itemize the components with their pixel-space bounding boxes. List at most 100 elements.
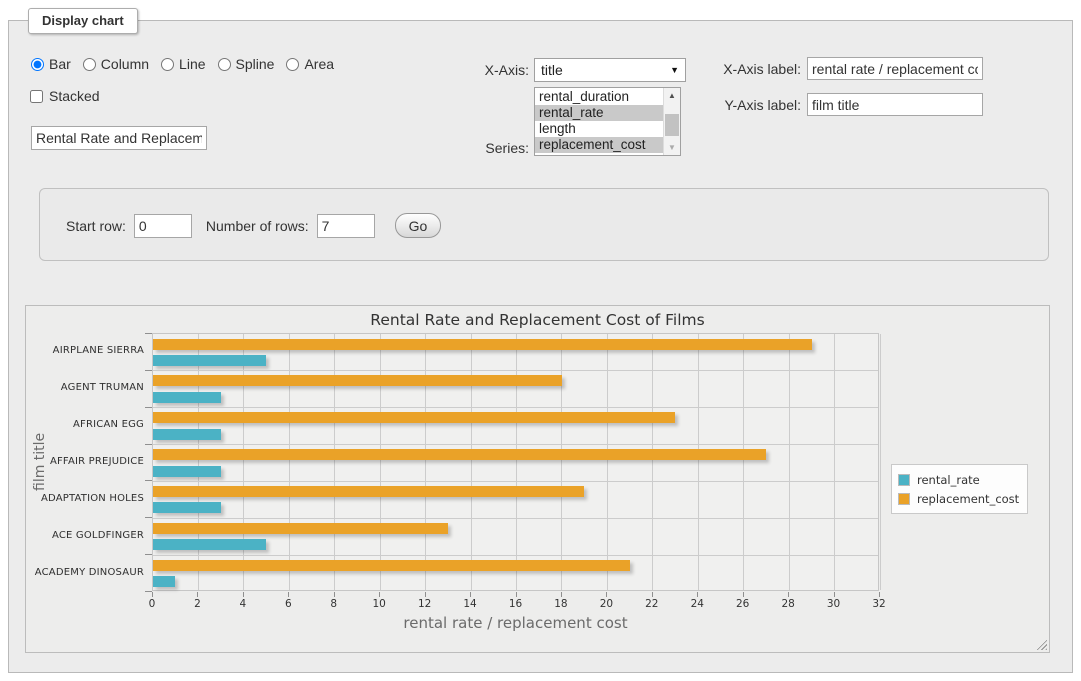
x-tick-mark xyxy=(606,592,607,597)
chart-type-radio-line[interactable] xyxy=(161,58,174,71)
x-tick-label: 12 xyxy=(410,598,440,610)
bar-rental_rate xyxy=(153,466,221,477)
legend-item: replacement_cost xyxy=(898,489,1019,508)
display-chart-panel: BarColumnLineSplineArea Stacked X-Axis: … xyxy=(8,20,1073,673)
chart-type-option-area[interactable]: Area xyxy=(286,56,334,72)
x-axis-select-label: X-Axis: xyxy=(449,62,529,78)
resize-handle[interactable] xyxy=(1034,637,1047,650)
gridline xyxy=(243,334,244,590)
series-listbox[interactable]: rental_durationrental_ratelengthreplacem… xyxy=(534,87,681,156)
x-tick-label: 24 xyxy=(682,598,712,610)
gridline xyxy=(153,518,878,519)
x-tick-mark xyxy=(425,592,426,597)
bar-replacement_cost xyxy=(153,560,630,571)
start-row-label: Start row: xyxy=(66,218,126,234)
x-tick-label: 28 xyxy=(773,598,803,610)
x-tick-label: 8 xyxy=(319,598,349,610)
gridline xyxy=(698,334,699,590)
y-axis-label-input[interactable] xyxy=(807,93,983,116)
x-tick-mark xyxy=(334,592,335,597)
gridline xyxy=(743,334,744,590)
page: Display chart BarColumnLineSplineArea St… xyxy=(0,0,1081,681)
go-button[interactable]: Go xyxy=(395,213,442,238)
chart-type-radio-area[interactable] xyxy=(286,58,299,71)
series-option-rental_duration[interactable]: rental_duration xyxy=(535,89,663,105)
x-tick-label: 2 xyxy=(182,598,212,610)
series-select-label: Series: xyxy=(449,140,529,156)
x-tick-label: 30 xyxy=(819,598,849,610)
chart-type-label: Bar xyxy=(49,56,71,72)
category-label: AIRPLANE SIERRA xyxy=(26,345,144,356)
y-tick-mark xyxy=(145,591,152,592)
category-label: ADAPTATION HOLES xyxy=(26,493,144,504)
bar-replacement_cost xyxy=(153,523,448,534)
x-axis-label-label: X-Axis label: xyxy=(701,61,801,77)
legend-label: rental_rate xyxy=(917,473,980,487)
scrollbar-thumb[interactable] xyxy=(665,114,679,136)
category-label: ACADEMY DINOSAUR xyxy=(26,567,144,578)
x-axis-label-input[interactable] xyxy=(807,57,983,80)
x-tick-mark xyxy=(834,592,835,597)
bar-replacement_cost xyxy=(153,375,562,386)
chart-type-label: Line xyxy=(179,56,205,72)
series-option-rental_rate[interactable]: rental_rate xyxy=(535,105,663,121)
legend-swatch xyxy=(898,474,910,486)
stacked-option[interactable]: Stacked xyxy=(30,88,100,104)
series-options: rental_durationrental_ratelengthreplacem… xyxy=(535,88,663,155)
y-tick-mark xyxy=(145,480,152,481)
bar-rental_rate xyxy=(153,576,175,587)
series-scrollbar[interactable]: ▲ ▼ xyxy=(663,88,680,155)
chart-type-radio-spline[interactable] xyxy=(218,58,231,71)
bar-rental_rate xyxy=(153,355,266,366)
bar-rental_rate xyxy=(153,539,266,550)
chart-type-option-spline[interactable]: Spline xyxy=(218,56,275,72)
series-option-replacement_cost[interactable]: replacement_cost xyxy=(535,137,663,153)
stacked-label: Stacked xyxy=(49,88,100,104)
x-tick-mark xyxy=(516,592,517,597)
gridline xyxy=(607,334,608,590)
gridline xyxy=(334,334,335,590)
x-tick-mark xyxy=(379,592,380,597)
x-tick-label: 18 xyxy=(546,598,576,610)
gridline xyxy=(153,555,878,556)
x-tick-label: 20 xyxy=(591,598,621,610)
chart-x-axis-title: rental rate / replacement cost xyxy=(152,614,879,632)
chart-type-radio-bar[interactable] xyxy=(31,58,44,71)
num-rows-input[interactable] xyxy=(317,214,375,238)
gridline xyxy=(198,334,199,590)
category-label: ACE GOLDFINGER xyxy=(26,530,144,541)
x-axis-select[interactable]: title ▼ xyxy=(534,58,686,82)
x-tick-label: 0 xyxy=(137,598,167,610)
gridline xyxy=(880,334,881,590)
gridline xyxy=(380,334,381,590)
category-label: AGENT TRUMAN xyxy=(26,382,144,393)
x-axis-selected-value: title xyxy=(541,62,670,78)
chart-category-labels: AIRPLANE SIERRAAGENT TRUMANAFRICAN EGGAF… xyxy=(26,333,144,591)
legend-swatch xyxy=(898,493,910,505)
chart-type-option-bar[interactable]: Bar xyxy=(31,56,71,72)
y-tick-mark xyxy=(145,333,152,334)
scroll-up-icon[interactable]: ▲ xyxy=(664,88,680,103)
chart-legend: rental_rate replacement_cost xyxy=(891,464,1028,514)
x-tick-label: 22 xyxy=(637,598,667,610)
chart-type-radio-column[interactable] xyxy=(83,58,96,71)
x-tick-mark xyxy=(197,592,198,597)
chart-type-option-column[interactable]: Column xyxy=(83,56,149,72)
chart-title-input[interactable] xyxy=(31,126,207,150)
chart-type-option-line[interactable]: Line xyxy=(161,56,205,72)
series-option-length[interactable]: length xyxy=(535,121,663,137)
bar-replacement_cost xyxy=(153,412,675,423)
x-tick-label: 32 xyxy=(864,598,894,610)
start-row-input[interactable] xyxy=(134,214,192,238)
gridline xyxy=(153,370,878,371)
gridline xyxy=(153,407,878,408)
x-tick-mark xyxy=(743,592,744,597)
x-tick-label: 16 xyxy=(501,598,531,610)
stacked-checkbox[interactable] xyxy=(30,90,43,103)
gridline xyxy=(789,334,790,590)
scroll-down-icon[interactable]: ▼ xyxy=(664,140,680,155)
legend-item: rental_rate xyxy=(898,470,1019,489)
x-tick-label: 14 xyxy=(455,598,485,610)
bar-replacement_cost xyxy=(153,449,766,460)
x-tick-label: 4 xyxy=(228,598,258,610)
